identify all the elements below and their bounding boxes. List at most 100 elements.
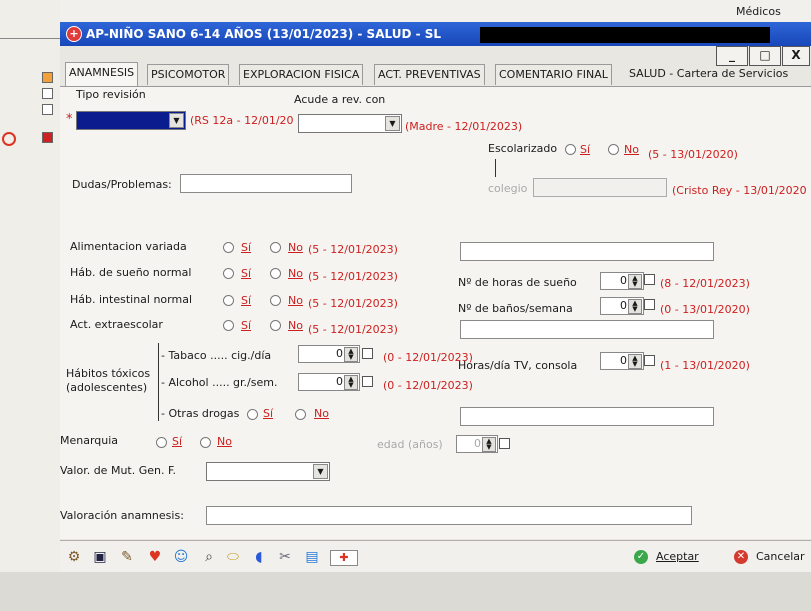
- tab-exploracion-fisica[interactable]: EXPLORACION FISICA: [239, 64, 364, 85]
- tools-icon[interactable]: ⚙: [65, 548, 83, 566]
- extraescolar-si-radio[interactable]: [223, 320, 234, 331]
- habitos-label: Hábitos tóxicos: [66, 367, 151, 380]
- valoracion-field[interactable]: [206, 506, 692, 525]
- medicos-label: Médicos: [736, 5, 781, 18]
- horas-sueno-checkbox[interactable]: [644, 274, 655, 285]
- tipo-revision-label: Tipo revisión: [76, 88, 146, 101]
- menarquia-label: Menarquia: [60, 434, 119, 447]
- chevron-down-icon[interactable]: ▼: [169, 113, 184, 128]
- acude-select[interactable]: ▼: [298, 114, 402, 133]
- extraescolar-no-radio[interactable]: [270, 320, 281, 331]
- extraescolar-si-label: Sí: [241, 319, 252, 332]
- tab-psicomotor[interactable]: PSICOMOTOR: [147, 64, 230, 85]
- tipo-revision-note: (RS 12a - 12/01/20: [190, 114, 294, 127]
- pencil-icon[interactable]: ✎: [118, 548, 136, 566]
- alcohol-checkbox[interactable]: [362, 376, 373, 387]
- maximize-button[interactable]: □: [749, 46, 781, 66]
- document-icon[interactable]: ▤: [303, 548, 321, 566]
- spin-arrows-icon[interactable]: ▲ ▼: [344, 375, 358, 390]
- redacted-patient-name: [480, 27, 770, 43]
- horas-sueno-note: (8 - 12/01/2023): [660, 277, 750, 290]
- user-search-icon[interactable]: ☺: [172, 548, 190, 566]
- patient-icon[interactable]: ◖: [250, 548, 268, 566]
- background-app-tree: [0, 0, 60, 611]
- tabaco-stepper[interactable]: 0 ▲ ▼: [298, 345, 360, 363]
- acude-note: (Madre - 12/01/2023): [405, 120, 523, 133]
- banos-stepper[interactable]: 0 ▲ ▼: [600, 297, 644, 315]
- tree-node-icon[interactable]: [42, 104, 53, 115]
- window-titlebar[interactable]: + AP-NIÑO SANO 6-14 AÑOS (13/01/2023) - …: [60, 22, 811, 46]
- record-icon[interactable]: [2, 132, 16, 146]
- alimentacion-comment-field[interactable]: [460, 242, 714, 261]
- spin-arrows-icon[interactable]: ▲ ▼: [344, 347, 358, 362]
- spin-arrows-icon[interactable]: ▲ ▼: [628, 354, 642, 369]
- dudas-label: Dudas/Problemas:: [72, 178, 172, 191]
- edad-checkbox[interactable]: [499, 438, 510, 449]
- menarquia-no-radio[interactable]: [200, 437, 211, 448]
- otras-drogas-no-radio[interactable]: [295, 409, 306, 420]
- sueno-no-radio[interactable]: [270, 268, 281, 279]
- tab-cartera-servicios[interactable]: SALUD - Cartera de Servicios: [626, 64, 791, 84]
- otras-drogas-comment-field[interactable]: [460, 407, 714, 426]
- background-app-topbar: [0, 0, 811, 22]
- intestinal-si-label: Sí: [241, 294, 252, 307]
- spin-arrows-icon[interactable]: ▲ ▼: [628, 299, 642, 314]
- first-aid-icon[interactable]: ✚: [330, 550, 358, 566]
- tab-act-preventivas[interactable]: ACT. PREVENTIVAS: [374, 64, 485, 85]
- magnifier-icon[interactable]: ⌕: [200, 548, 218, 566]
- minimize-button[interactable]: _: [716, 46, 748, 66]
- dudas-field[interactable]: [180, 174, 352, 193]
- alcohol-note: (0 - 12/01/2023): [383, 379, 473, 392]
- otras-drogas-si-label: Sí: [263, 407, 274, 420]
- edad-stepper[interactable]: 0 ▲ ▼: [456, 435, 498, 453]
- pill-icon[interactable]: ⬭: [224, 548, 242, 566]
- chevron-down-icon[interactable]: ▼: [385, 116, 400, 131]
- tv-stepper[interactable]: 0 ▲ ▼: [600, 352, 644, 370]
- tabaco-checkbox[interactable]: [362, 348, 373, 359]
- heart-icon[interactable]: ♥: [146, 548, 164, 566]
- tipo-revision-select[interactable]: ▼: [76, 111, 186, 130]
- escolarizado-si-radio[interactable]: [565, 144, 576, 155]
- habitos-sublabel: (adolescentes): [66, 381, 148, 394]
- tab-comentario-final[interactable]: COMENTARIO FINAL: [495, 64, 612, 85]
- cancel-label: Cancelar: [756, 550, 805, 563]
- chevron-down-icon[interactable]: ▼: [313, 464, 328, 479]
- monitor-icon[interactable]: ▣: [91, 548, 109, 566]
- tab-anamnesis[interactable]: ANAMNESIS: [65, 62, 139, 87]
- sueno-label: Háb. de sueño normal: [70, 266, 192, 279]
- colegio-note: (Cristo Rey - 13/01/2020: [672, 184, 807, 197]
- required-mark: *: [66, 112, 73, 127]
- banos-checkbox[interactable]: [644, 299, 655, 310]
- close-button[interactable]: X: [782, 46, 810, 66]
- valor-mut-label: Valor. de Mut. Gen. F.: [60, 464, 177, 477]
- extraescolar-comment-field[interactable]: [460, 320, 714, 339]
- spin-arrows-icon[interactable]: ▲ ▼: [482, 437, 496, 452]
- extraescolar-label: Act. extraescolar: [70, 318, 163, 331]
- valor-mut-select[interactable]: ▼: [206, 462, 330, 481]
- otras-drogas-si-radio[interactable]: [247, 409, 258, 420]
- extraescolar-note: (5 - 12/01/2023): [308, 323, 398, 336]
- escolarizado-note: (5 - 13/01/2020): [648, 148, 738, 161]
- tv-label: Horas/día TV, consola: [458, 359, 578, 372]
- sueno-si-radio[interactable]: [223, 268, 234, 279]
- tree-node-icon[interactable]: [42, 88, 53, 99]
- syringe-icon[interactable]: ✂: [276, 548, 294, 566]
- menarquia-si-radio[interactable]: [156, 437, 167, 448]
- divider: [0, 38, 60, 39]
- intestinal-si-radio[interactable]: [223, 295, 234, 306]
- tree-node-icon[interactable]: [42, 72, 53, 83]
- alcohol-stepper[interactable]: 0 ▲ ▼: [298, 373, 360, 391]
- tree-node-icon[interactable]: [42, 132, 53, 143]
- tv-checkbox[interactable]: [644, 355, 655, 366]
- tabaco-label: - Tabaco ..... cig./día: [161, 349, 272, 362]
- escolarizado-no-radio[interactable]: [608, 144, 619, 155]
- spin-arrows-icon[interactable]: ▲ ▼: [628, 274, 642, 289]
- alimentacion-no-radio[interactable]: [270, 242, 281, 253]
- horas-sueno-stepper[interactable]: 0 ▲ ▼: [600, 272, 644, 290]
- alimentacion-si-label: Sí: [241, 241, 252, 254]
- intestinal-no-radio[interactable]: [270, 295, 281, 306]
- colegio-field[interactable]: [533, 178, 667, 197]
- alimentacion-si-radio[interactable]: [223, 242, 234, 253]
- menarquia-si-label: Sí: [172, 435, 183, 448]
- bottom-toolbar: ⚙ ▣ ✎ ♥ ☺ ⌕ ⬭ ◖ ✂ ▤ ✚ ✓ Aceptar ✕ Cancel…: [60, 540, 811, 573]
